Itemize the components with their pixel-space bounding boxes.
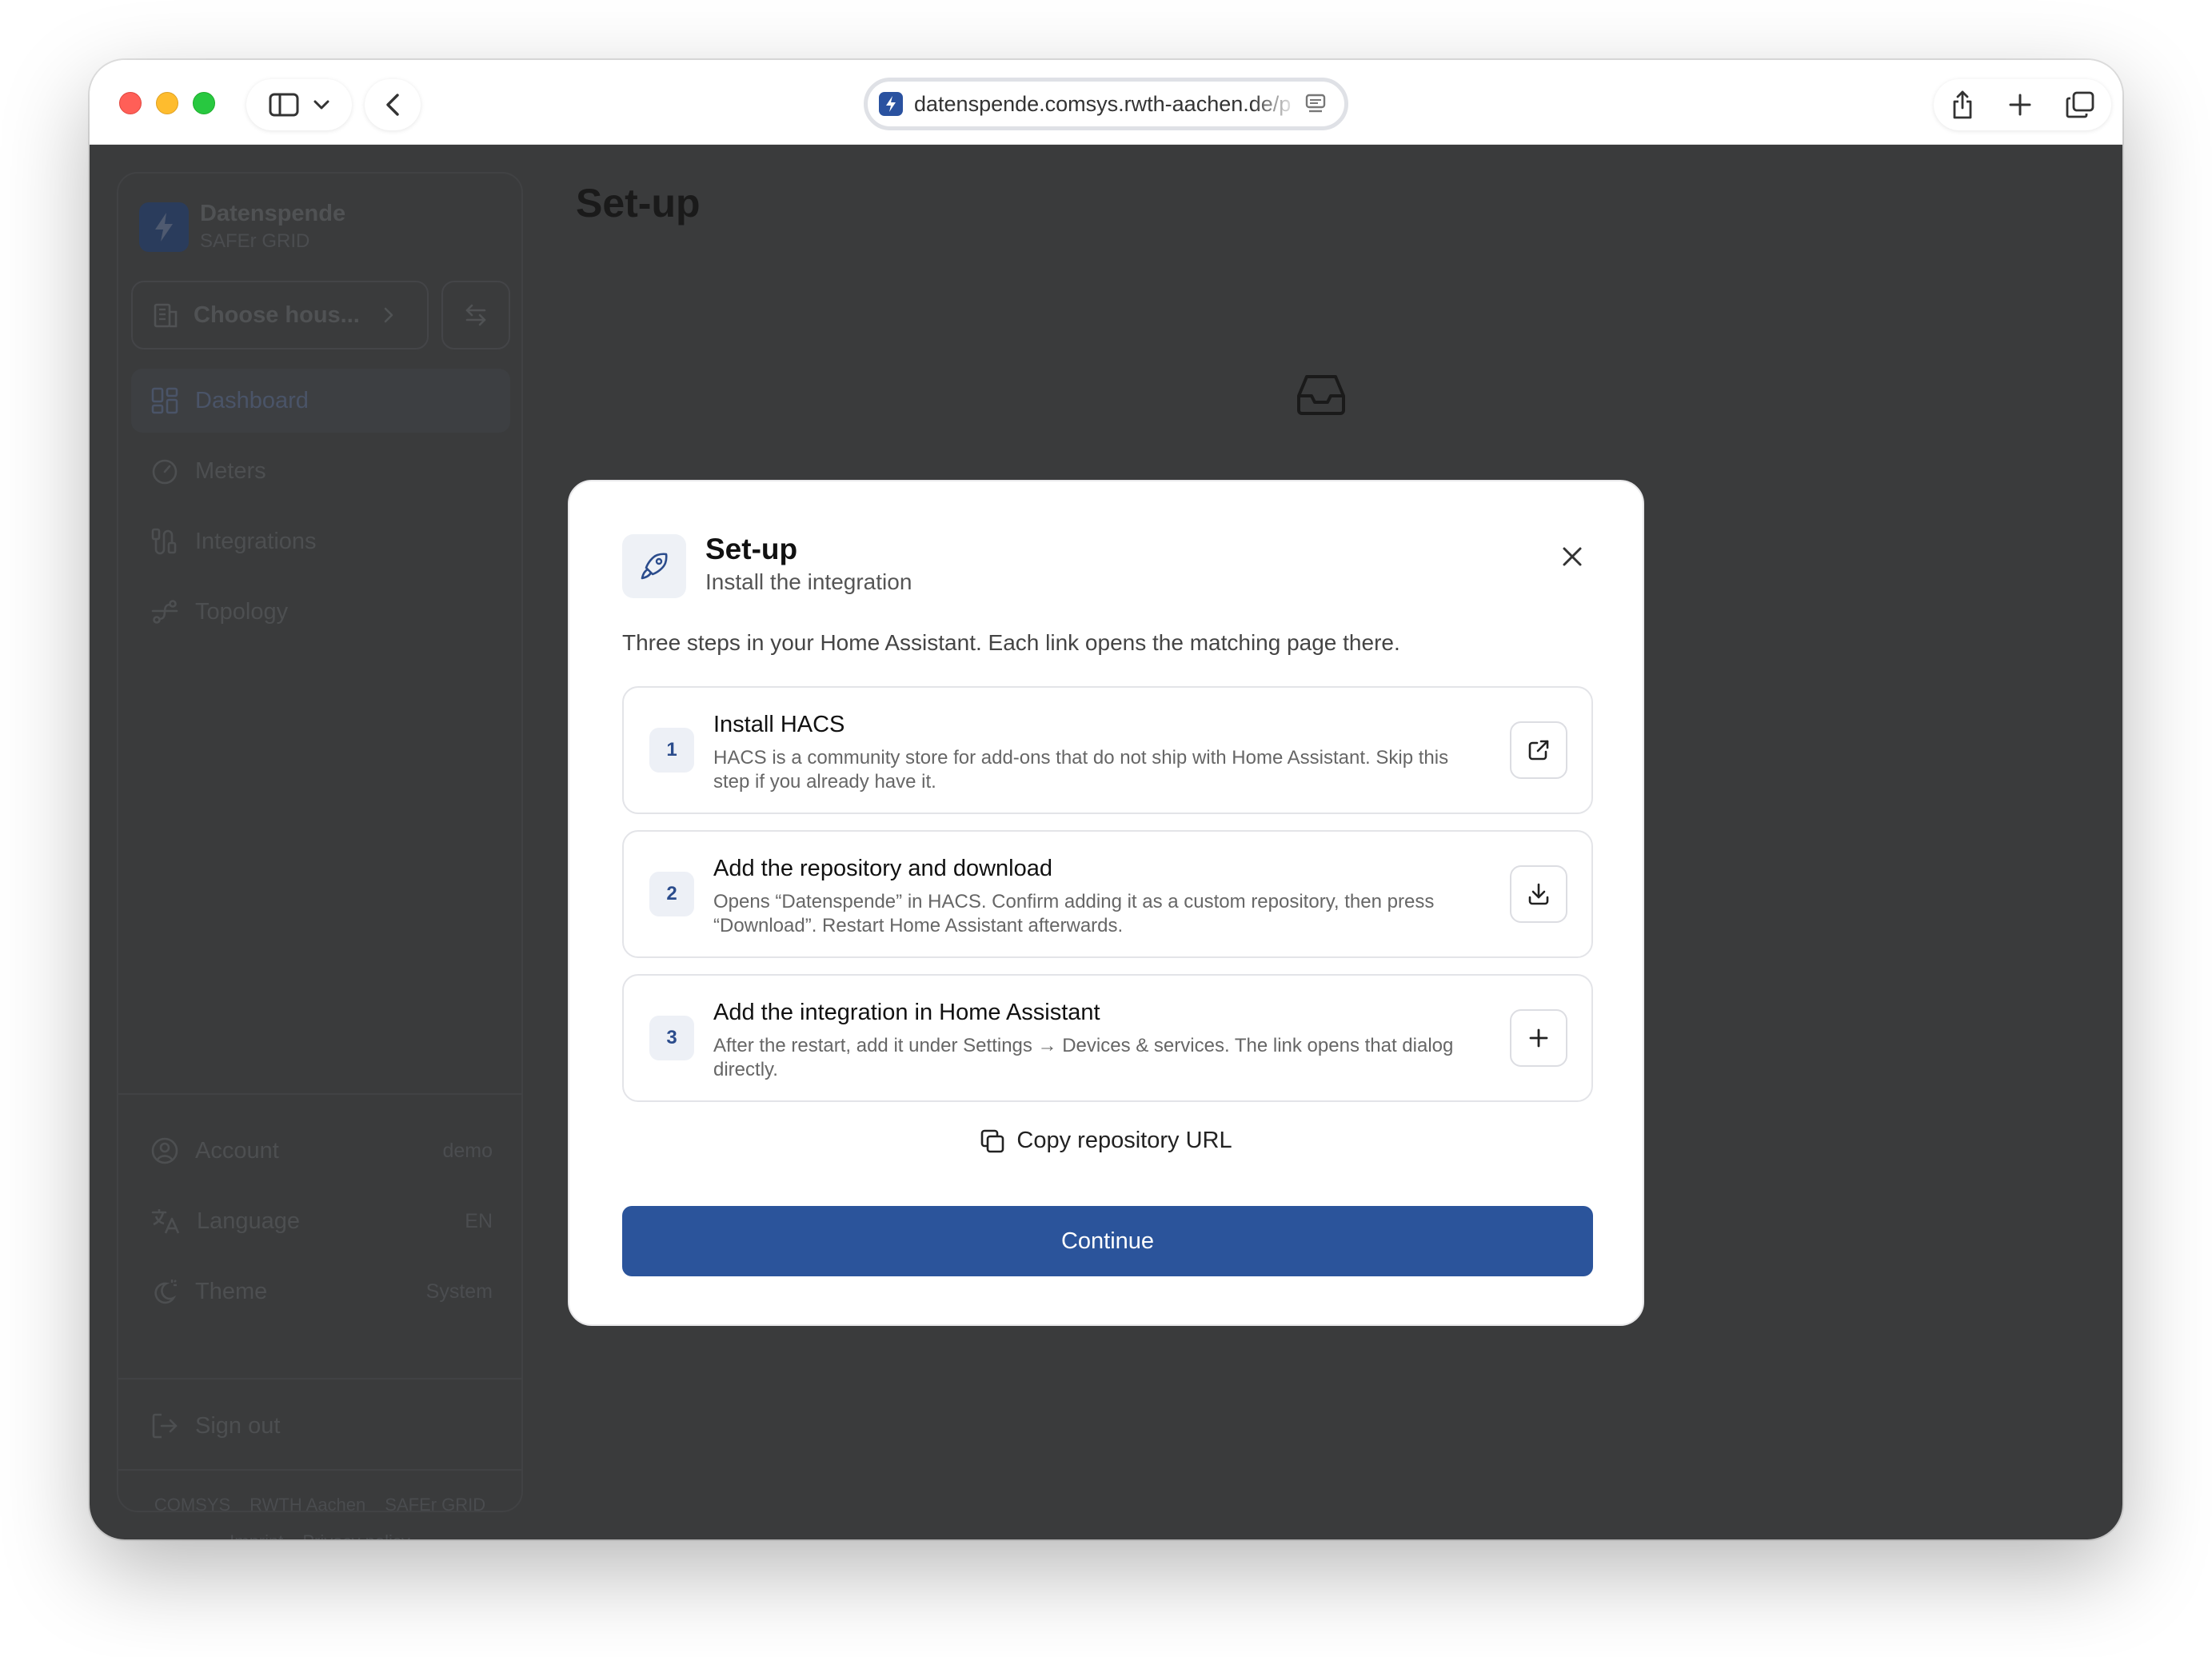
- step-title: Install HACS: [713, 712, 845, 737]
- address-bar[interactable]: datenspende.comsys.rwth-aachen.de/p: [864, 78, 1348, 130]
- open-repository-download-button[interactable]: [1510, 865, 1567, 923]
- brand-subtitle: SAFEr GRID: [200, 230, 310, 252]
- sign-out-button[interactable]: Sign out: [131, 1394, 510, 1458]
- open-hacs-install-button[interactable]: [1510, 721, 1567, 779]
- close-window-button[interactable]: [119, 92, 142, 114]
- copy-repository-url-button[interactable]: Copy repository URL: [569, 1128, 1643, 1154]
- brand-name: Datenspende: [200, 201, 346, 226]
- footer-link-imprint[interactable]: Imprint: [230, 1531, 283, 1539]
- translate-icon: [151, 1209, 180, 1234]
- step-title: Add the integration in Home Assistant: [713, 1000, 1100, 1025]
- setup-step: 3 Add the integration in Home Assistant …: [622, 974, 1593, 1102]
- setting-value: EN: [465, 1209, 493, 1232]
- sidebar-item-dashboard[interactable]: Dashboard: [131, 369, 510, 433]
- chevron-right-icon: [384, 307, 393, 323]
- toolbar-right-group: [1934, 79, 2111, 130]
- dialog-title: Set-up: [705, 533, 798, 565]
- sidebar-item-label: Meters: [195, 457, 266, 484]
- step-description: After the restart, add it under Settings…: [713, 1035, 1454, 1080]
- setting-value: System: [425, 1280, 493, 1303]
- page-title: Set-up: [576, 181, 701, 226]
- continue-button[interactable]: Continue: [622, 1206, 1593, 1276]
- user-circle-icon: [151, 1137, 178, 1164]
- step-description: Opens “Datenspende” in HACS. Confirm add…: [713, 891, 1435, 936]
- setup-step: 2 Add the repository and download Opens …: [622, 830, 1593, 958]
- sidebar-nav: Dashboard Meters Integrations Topology: [131, 369, 510, 650]
- footer-link-comsys[interactable]: COMSYS: [154, 1495, 230, 1515]
- step-number: 1: [649, 728, 694, 773]
- sidebar-item-label: Dashboard: [195, 387, 309, 413]
- chevron-left-icon: [386, 94, 399, 116]
- site-favicon-icon: [879, 92, 903, 116]
- share-icon[interactable]: [1950, 90, 1974, 120]
- step-description: HACS is a community store for add-ons th…: [713, 747, 1449, 793]
- sidebar-item-label: Integrations: [195, 528, 317, 554]
- sidebar-icon: [269, 93, 299, 117]
- sidebar-item-topology[interactable]: Topology: [131, 580, 510, 644]
- footer-link-rwth[interactable]: RWTH Aachen: [250, 1495, 365, 1515]
- step-number: 3: [649, 1016, 694, 1060]
- minimize-window-button[interactable]: [156, 92, 178, 114]
- reader-mode-icon[interactable]: [1304, 94, 1327, 114]
- sidebar-toggle-button[interactable]: [246, 79, 352, 130]
- footer-link-safer-grid[interactable]: SAFEr GRID: [385, 1495, 485, 1515]
- step-number: 2: [649, 872, 694, 916]
- sidebar-item-language[interactable]: Language EN: [131, 1189, 510, 1253]
- sign-out-label: Sign out: [195, 1412, 281, 1439]
- copy-icon: [981, 1129, 1004, 1152]
- sidebar-footer: COMSYS RWTH Aachen SAFEr GRID Imprint Pr…: [118, 1495, 521, 1539]
- divider: [118, 1093, 521, 1095]
- add-integration-button[interactable]: [1510, 1009, 1567, 1067]
- sidebar-item-label: Topology: [195, 598, 289, 625]
- url-text: datenspende.comsys.rwth-aachen.de/p: [914, 91, 1292, 116]
- sidebar-item-integrations[interactable]: Integrations: [131, 509, 510, 573]
- theme-icon: [154, 1280, 177, 1304]
- dialog-intro: Three steps in your Home Assistant. Each…: [622, 630, 1400, 655]
- divider: [118, 1378, 521, 1380]
- browser-window: datenspende.comsys.rwth-aachen.de/p Date…: [90, 60, 2122, 1539]
- building-icon: [154, 303, 178, 328]
- sidebar-item-theme[interactable]: Theme System: [131, 1260, 510, 1324]
- sidebar-item-account[interactable]: Account demo: [131, 1119, 510, 1183]
- setting-label: Language: [197, 1208, 301, 1234]
- new-tab-icon[interactable]: [2008, 93, 2032, 117]
- brand[interactable]: Datenspende SAFEr GRID: [139, 201, 345, 253]
- setup-dialog: Set-up Install the integration Three ste…: [568, 480, 1644, 1326]
- copy-repository-url-label: Copy repository URL: [1016, 1128, 1232, 1153]
- chevron-down-icon: [313, 100, 329, 110]
- download-icon: [1528, 883, 1549, 905]
- divider: [118, 1469, 521, 1471]
- rocket-icon: [622, 534, 686, 598]
- sidebar-item-meters[interactable]: Meters: [131, 439, 510, 503]
- gauge-icon: [152, 459, 178, 485]
- setting-value: demo: [442, 1139, 493, 1162]
- swap-arrows-icon: [465, 304, 486, 326]
- setting-label: Theme: [195, 1278, 268, 1304]
- topology-icon: [151, 600, 178, 624]
- tab-overview-icon[interactable]: [2066, 91, 2094, 118]
- browser-toolbar: datenspende.comsys.rwth-aachen.de/p: [90, 60, 2122, 145]
- switch-household-button[interactable]: [441, 281, 510, 349]
- inbox-icon: [1297, 375, 1345, 415]
- choose-household-label: Choose hous...: [194, 301, 360, 328]
- plus-icon: [1529, 1028, 1548, 1048]
- integrations-icon: [151, 528, 177, 555]
- sidebar: Datenspende SAFEr GRID Choose hous... Da…: [117, 172, 523, 1539]
- footer-link-privacy[interactable]: Privacy policy: [302, 1531, 409, 1539]
- dialog-subtitle: Install the integration: [705, 569, 912, 594]
- setting-label: Account: [195, 1137, 279, 1164]
- sign-out-icon: [152, 1413, 178, 1439]
- setup-step: 1 Install HACS HACS is a community store…: [622, 686, 1593, 814]
- sidebar-settings: Account demo Language EN Theme System: [131, 1119, 510, 1330]
- close-dialog-button[interactable]: [1555, 539, 1590, 574]
- close-icon: [1563, 547, 1582, 566]
- external-link-icon: [1528, 740, 1549, 761]
- step-title: Add the repository and download: [713, 856, 1053, 881]
- choose-household-button[interactable]: Choose hous...: [131, 281, 429, 349]
- back-button[interactable]: [365, 79, 421, 130]
- zoom-window-button[interactable]: [193, 92, 215, 114]
- bolt-logo-icon: [139, 202, 189, 252]
- dashboard-icon: [151, 387, 178, 414]
- app-area: Datenspende SAFEr GRID Choose hous... Da…: [90, 145, 2122, 1539]
